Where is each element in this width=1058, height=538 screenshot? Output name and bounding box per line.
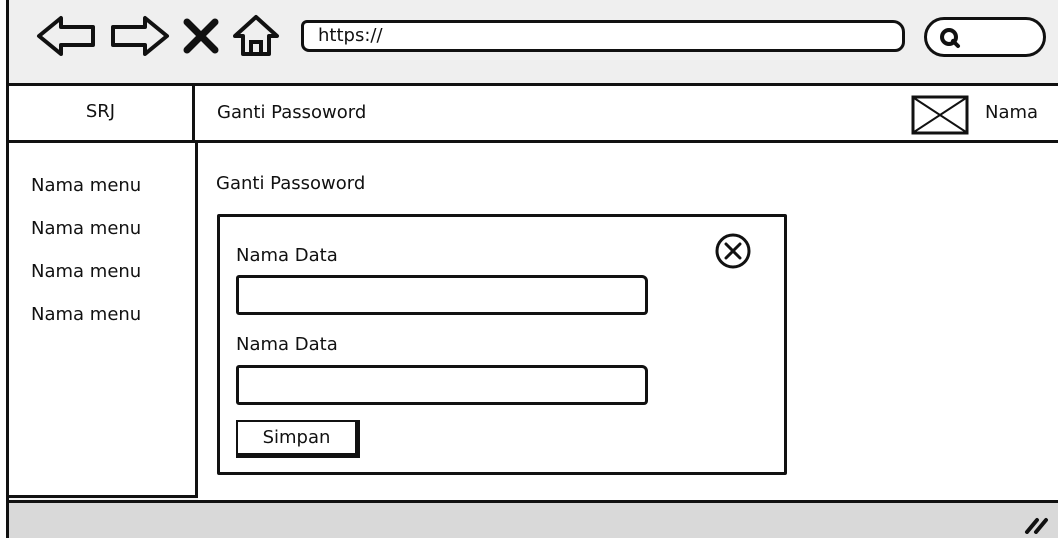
app-brand: SRJ xyxy=(9,86,195,143)
main-content: Ganti Passoword Nama Data Nama Data Simp… xyxy=(198,143,1058,500)
browser-toolbar: https:// xyxy=(9,0,1058,86)
search-icon xyxy=(940,28,960,48)
header-title: Ganti Passoword xyxy=(217,102,367,123)
status-bar xyxy=(9,500,1058,538)
sidebar-item[interactable]: Nama menu xyxy=(31,304,141,325)
data-input-1[interactable] xyxy=(236,275,648,315)
close-x-icon[interactable] xyxy=(181,18,221,54)
sidebar-item[interactable]: Nama menu xyxy=(31,218,141,239)
back-icon[interactable] xyxy=(35,12,99,60)
home-icon[interactable] xyxy=(231,14,281,58)
sidebar-item[interactable]: Nama menu xyxy=(31,261,141,282)
browser-window: https:// SRJ Ganti Passoword Nama Nama m… xyxy=(6,0,1058,538)
data-input-2[interactable] xyxy=(236,365,648,405)
save-button[interactable]: Simpan xyxy=(236,420,360,458)
sidebar-item[interactable]: Nama menu xyxy=(31,175,141,196)
sidebar: Nama menu Nama menu Nama menu Nama menu xyxy=(9,143,198,498)
field-label: Nama Data xyxy=(236,245,338,266)
change-password-dialog: Nama Data Nama Data Simpan xyxy=(217,214,787,475)
address-bar[interactable]: https:// xyxy=(301,20,905,52)
forward-icon[interactable] xyxy=(107,12,171,60)
image-placeholder-icon[interactable] xyxy=(911,95,969,135)
close-circle-icon[interactable] xyxy=(713,231,753,271)
page-title: Ganti Passoword xyxy=(216,173,366,194)
page-header: Ganti Passoword Nama xyxy=(195,86,1058,143)
user-name[interactable]: Nama xyxy=(985,86,1038,140)
search-box[interactable] xyxy=(924,17,1046,57)
field-label: Nama Data xyxy=(236,334,338,355)
resize-grip-icon[interactable] xyxy=(1023,514,1049,534)
